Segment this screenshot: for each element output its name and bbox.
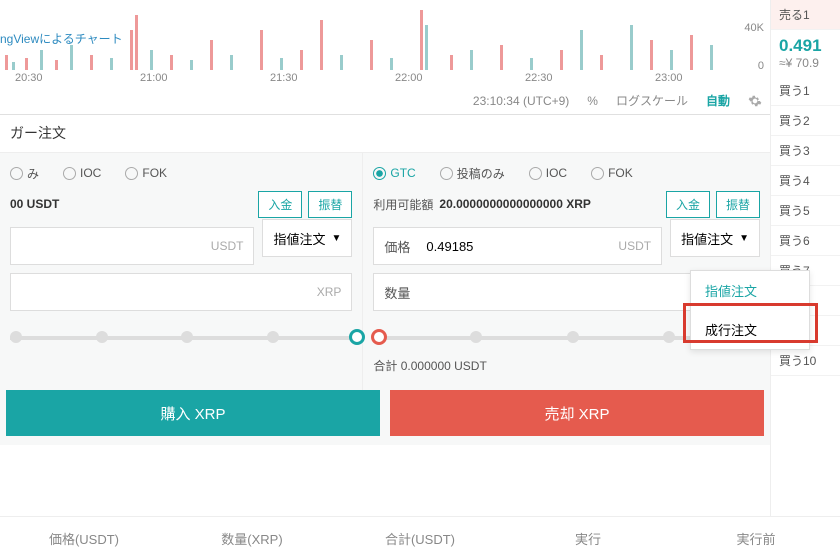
gear-icon[interactable] bbox=[748, 94, 762, 108]
orderbook-buy-row[interactable]: 買う1 bbox=[771, 76, 840, 106]
menu-item-limit[interactable]: 指値注文 bbox=[691, 271, 809, 310]
chart-time: 23:10:34 (UTC+9) bbox=[473, 94, 569, 108]
chart-logscale-toggle[interactable]: ログスケール bbox=[616, 92, 688, 109]
orderbook-buy-row[interactable]: 買う3 bbox=[771, 136, 840, 166]
buy-button[interactable]: 購入 XRP bbox=[6, 390, 380, 436]
sell-radio-gtc[interactable]: GTC bbox=[373, 166, 415, 180]
sell-transfer-button[interactable]: 振替 bbox=[716, 191, 760, 218]
chart-pct-toggle[interactable]: % bbox=[587, 94, 598, 108]
buy-transfer-button[interactable]: 振替 bbox=[308, 191, 352, 218]
sell-radio-ioc[interactable]: IOC bbox=[529, 166, 567, 180]
orderbook-buy-row[interactable]: 買う2 bbox=[771, 106, 840, 136]
chart-status-bar: 23:10:34 (UTC+9) % ログスケール 自動 bbox=[473, 92, 762, 109]
tab-qty[interactable]: 数量(XRP) bbox=[168, 529, 336, 548]
bottom-tabs: 価格(USDT) 数量(XRP) 合計(USDT) 実行 実行前 bbox=[0, 516, 840, 560]
sell-price-input[interactable]: 価格 USDT bbox=[373, 227, 662, 265]
buy-qty-input[interactable]: XRP bbox=[10, 273, 352, 311]
buy-price-input[interactable]: USDT bbox=[10, 227, 254, 265]
order-type-menu: 指値注文 成行注文 bbox=[690, 270, 810, 350]
orderbook-buy-row[interactable]: 買う4 bbox=[771, 166, 840, 196]
order-header: ガー注文 bbox=[0, 115, 770, 153]
sell-radio-fok[interactable]: FOK bbox=[591, 166, 633, 180]
sell-deposit-button[interactable]: 入金 bbox=[666, 191, 710, 218]
orderbook-buy-row[interactable]: 買う10 bbox=[771, 346, 840, 376]
buy-available-amount: 00 USDT bbox=[10, 197, 59, 211]
tab-pending[interactable]: 実行前 bbox=[672, 529, 840, 548]
orderbook-sell-row[interactable]: 売る1 bbox=[771, 0, 840, 30]
sell-button[interactable]: 売却 XRP bbox=[390, 390, 764, 436]
buy-order-type-dropdown[interactable]: 指値注文▼ bbox=[262, 219, 352, 257]
orderbook-buy-row[interactable]: 買う5 bbox=[771, 196, 840, 226]
menu-item-market[interactable]: 成行注文 bbox=[691, 310, 809, 349]
sell-available-label: 利用可能額 bbox=[373, 196, 433, 213]
chart-provider-link[interactable]: ngViewによるチャート bbox=[0, 30, 123, 47]
buy-deposit-button[interactable]: 入金 bbox=[258, 191, 302, 218]
buy-slider[interactable] bbox=[10, 329, 352, 347]
tab-total[interactable]: 合計(USDT) bbox=[336, 529, 504, 548]
chart-area: ngViewによるチャート 40K 0 20:30 21:00 21:30 22… bbox=[0, 0, 770, 115]
orderbook-buy-row[interactable]: 買う6 bbox=[771, 226, 840, 256]
buy-radio-only[interactable]: み bbox=[10, 165, 39, 182]
buy-radio-fok[interactable]: FOK bbox=[125, 166, 167, 180]
tab-price[interactable]: 価格(USDT) bbox=[0, 529, 168, 548]
orderbook-price: 0.491 ≈¥ 70.9 bbox=[771, 30, 840, 76]
buy-column: み IOC FOK 00 USDT 入金 振替 USDT 指値注文▼ bbox=[0, 153, 363, 413]
chart-auto-toggle[interactable]: 自動 bbox=[706, 92, 730, 109]
sell-order-type-dropdown[interactable]: 指値注文▼ bbox=[670, 219, 760, 257]
sell-radio-post[interactable]: 投稿のみ bbox=[440, 165, 505, 182]
sell-available-amount: 20.0000000000000000 XRP bbox=[439, 197, 590, 211]
action-buttons: 購入 XRP 売却 XRP bbox=[0, 390, 770, 436]
tab-executed[interactable]: 実行 bbox=[504, 529, 672, 548]
sell-total: 合計 0.000000 USDT bbox=[373, 357, 760, 374]
buy-radio-ioc[interactable]: IOC bbox=[63, 166, 101, 180]
